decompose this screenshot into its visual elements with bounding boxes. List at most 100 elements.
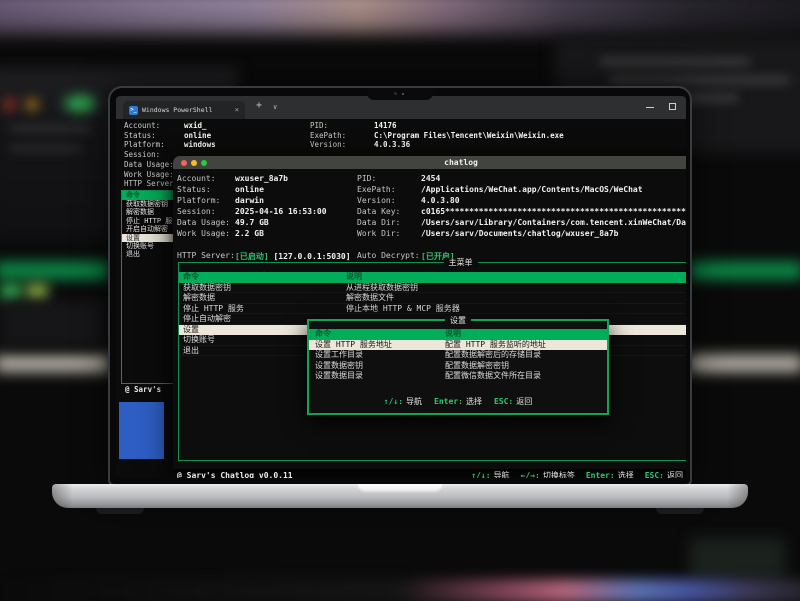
ps-info-row: Platform:windowsVersion:4.0.3.36 <box>116 140 686 150</box>
background-blur-white-band-left <box>0 355 110 372</box>
laptop-base <box>52 484 748 508</box>
main-menu-header: 命令 说明 <box>179 272 686 283</box>
key-hint-label: 切换标签 <box>543 471 575 478</box>
chatlog-window-title: chatlog <box>173 158 686 167</box>
chatlog-info-value2: /Users/sarv/Library/Containers/com.tence… <box>421 218 686 227</box>
key-hint: ESC:返回 <box>645 470 683 478</box>
settings-item-cmd: 设置数据密钥 <box>315 361 363 372</box>
chatlog-info-row: Session:2025-04-16 16:53:00Data Key:c016… <box>173 207 686 218</box>
key-hint-key: Enter: <box>434 397 463 406</box>
chatlog-info-label2: Data Dir: <box>357 218 400 227</box>
settings-popup: 设置 命令 说明 设置 HTTP 服务地址配置 HTTP 服务监听的地址设置工作… <box>307 319 609 415</box>
settings-popup-item[interactable]: 设置数据密钥配置数据解密密钥 <box>309 361 607 372</box>
chatlog-titlebar[interactable]: chatlog <box>173 156 686 169</box>
menu-item-cmd: 设置 <box>183 325 199 336</box>
powershell-footer-text: @ Sarv's <box>125 385 161 394</box>
menu-item-desc: 解密数据文件 <box>346 293 394 304</box>
desktop-background: >_ Windows PowerShell × + ∨ Account: wxid… <box>0 0 800 601</box>
settings-popup-header: 命令 说明 <box>309 329 607 340</box>
background-blur-textblock-bottomright <box>690 538 785 580</box>
ps-info-value: windows <box>184 140 216 149</box>
minimize-button[interactable] <box>646 107 654 108</box>
key-hint: ←/→:切换标签 <box>521 470 575 478</box>
settings-item-cmd: 设置数据目录 <box>315 371 363 382</box>
menu-item-cmd: 停止 HTTP 服务 <box>183 304 244 315</box>
key-hint: ↑/↓:导航 <box>384 396 422 407</box>
background-bottom-gradient <box>0 579 800 601</box>
powershell-tab[interactable]: >_ Windows PowerShell × <box>123 101 245 119</box>
http-server-label: HTTP Server: <box>177 251 235 260</box>
chatlog-info-label2: Data Key: <box>357 207 400 216</box>
settings-popup-item[interactable]: 设置工作目录配置数据解密后的存储目录 <box>309 350 607 361</box>
tab-close-icon[interactable]: × <box>235 106 239 114</box>
camera-indicator-light <box>402 93 404 95</box>
key-hint-label: 导航 <box>406 397 422 406</box>
menu-item-cmd: 获取数据密钥 <box>183 283 231 294</box>
chatlog-info-row: Platform: darwin Version: 4.0.3.80 <box>173 196 686 207</box>
chatlog-info-value2: /Applications/WeChat.app/Contents/MacOS/… <box>421 185 643 194</box>
laptop-lid-notch-indent <box>356 484 444 494</box>
http-server-status: [已启动] [127.0.0.1:5030] <box>235 251 351 262</box>
chatlog-info-value2: /Users/sarv/Documents/chatlog/wxuser_8a7… <box>421 229 618 238</box>
chatlog-info-row: Status:onlineExePath:/Applications/WeCha… <box>173 185 686 196</box>
chatlog-info-value: 2.2 GB <box>235 229 264 238</box>
settings-item-cmd: 设置 HTTP 服务地址 <box>315 340 392 351</box>
key-hint-label: 返回 <box>516 397 532 406</box>
maximize-button[interactable] <box>669 103 676 110</box>
tab-dropdown-icon[interactable]: ∨ <box>273 103 277 111</box>
chatlog-info-value: 49.7 GB <box>235 218 269 227</box>
ps-info-label: Status: <box>124 131 156 140</box>
chatlog-info-label2: Work Dir: <box>357 229 400 238</box>
key-hint-key: Enter: <box>586 471 615 478</box>
ps-info-label: Session: <box>124 150 160 159</box>
ps-info-value2: 4.0.3.36 <box>374 140 410 149</box>
chatlog-info-value2: 4.0.3.80 <box>421 196 460 205</box>
settings-col-desc: 说明 <box>445 329 461 340</box>
camera-icon <box>394 92 397 95</box>
menu-item-desc: 从进程获取数据密钥 <box>346 283 418 294</box>
ps-info-label: Account: <box>124 121 160 130</box>
ps-info-row: Status:onlineExePath:C:\Program Files\Te… <box>116 131 686 141</box>
ps-info-label: Work Usage: <box>124 170 174 179</box>
background-blur-textline <box>600 58 750 66</box>
chatlog-info-label: Account: <box>177 174 216 183</box>
background-blur-green-band-left <box>0 262 110 279</box>
main-menu-item[interactable]: 获取数据密钥 从进程获取数据密钥 <box>179 283 686 294</box>
settings-popup-item[interactable]: 设置 HTTP 服务地址 配置 HTTP 服务监听的地址 <box>309 340 607 351</box>
settings-popup-item[interactable]: 设置数据目录配置微信数据文件所在目录 <box>309 371 607 382</box>
settings-popup-hints: ↑/↓:导航 Enter:选择 ESC:返回 <box>309 396 607 407</box>
chatlog-info-label: Platform: <box>177 196 220 205</box>
background-blur-textline <box>610 76 790 84</box>
key-hint-label: 选择 <box>618 471 634 478</box>
status-app-version: @ Sarv's Chatlog v0.0.11 <box>177 471 293 478</box>
blue-panel <box>119 402 164 459</box>
chatlog-info-row-http: HTTP Server: [已启动] [127.0.0.1:5030] Auto… <box>173 251 686 262</box>
ps-info-label: Platform: <box>124 140 165 149</box>
chatlog-info-label2: Version: <box>357 196 396 205</box>
key-hint-key: ←/→: <box>521 471 540 478</box>
main-menu-col-cmd: 命令 <box>183 272 199 283</box>
chatlog-info-value: darwin <box>235 196 264 205</box>
key-hint: Enter:选择 <box>434 396 482 407</box>
chatlog-status-bar: @ Sarv's Chatlog v0.0.11 ↑/↓:导航←/→:切换标签E… <box>177 470 683 478</box>
menu-item-cmd: 切换账号 <box>183 335 215 346</box>
ps-info-value2: C:\Program Files\Tencent\Weixin\Weixin.e… <box>374 131 564 140</box>
ps-info-value: online <box>184 131 211 140</box>
chatlog-body: Account:wxuser_8a7bPID:2454Status:online… <box>173 169 686 469</box>
main-menu-item[interactable]: 停止 HTTP 服务停止本地 HTTP & MCP 服务器 <box>179 304 686 315</box>
ps-info-label: Data Usage: <box>124 160 174 169</box>
ps-info-value: wxid_ <box>184 121 207 130</box>
background-blur-textline <box>10 145 80 152</box>
key-hint-key: ESC: <box>494 397 513 406</box>
settings-item-desc: 配置 HTTP 服务监听的地址 <box>445 340 546 351</box>
ps-info-value2: 14176 <box>374 121 397 130</box>
new-tab-button[interactable]: + <box>256 100 262 111</box>
chatlog-info-value: wxuser_8a7b <box>235 174 288 183</box>
key-hint-label: 返回 <box>667 471 683 478</box>
ps-info-label2: PID: <box>310 121 328 130</box>
chatlog-info-label: Work Usage: <box>177 229 230 238</box>
laptop-lid: >_ Windows PowerShell × + ∨ Account: wxid… <box>108 86 692 486</box>
key-hint-key: ESC: <box>645 471 664 478</box>
key-hint-label: 导航 <box>494 471 510 478</box>
main-menu-item[interactable]: 解密数据解密数据文件 <box>179 293 686 304</box>
